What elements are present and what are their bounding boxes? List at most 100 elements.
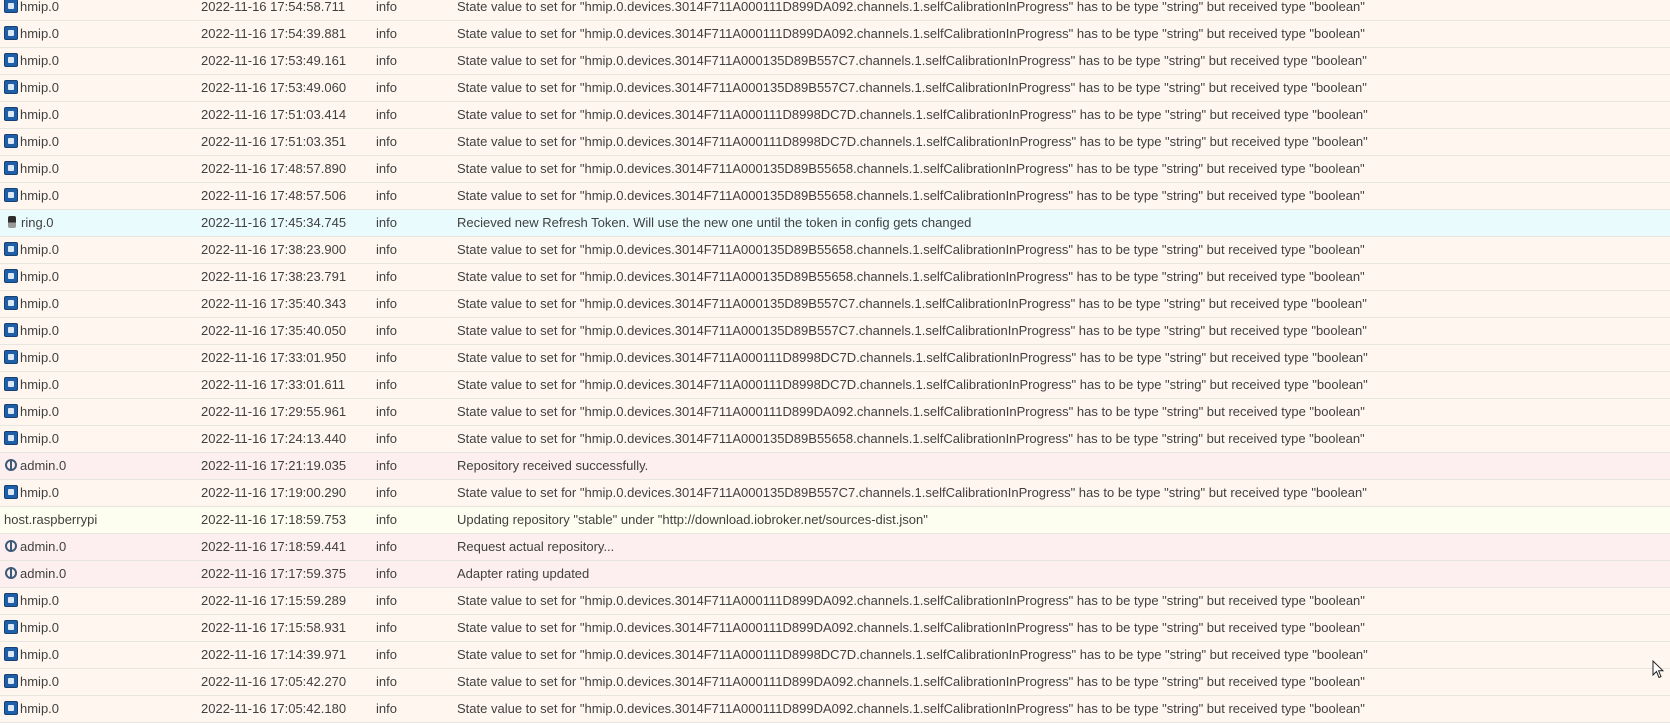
- log-source-label: hmip.0: [20, 26, 60, 41]
- log-message: State value to set for "hmip.0.devices.3…: [457, 0, 1365, 14]
- log-severity: info: [376, 80, 397, 95]
- log-source: hmip.0: [4, 588, 59, 614]
- log-source: hmip.0: [4, 48, 59, 74]
- log-message: Updating repository "stable" under "http…: [457, 512, 928, 527]
- log-message: State value to set for "hmip.0.devices.3…: [457, 188, 1365, 203]
- log-source: ring.0: [4, 210, 54, 236]
- log-source-label: hmip.0: [20, 350, 60, 365]
- log-row[interactable]: hmip.0 2022-11-16 17:05:42.180 info State v…: [0, 696, 1670, 723]
- hmip-adapter-icon: [4, 187, 18, 202]
- log-source: admin.0: [4, 453, 66, 479]
- log-row[interactable]: hmip.0 2022-11-16 17:51:03.351 info State v…: [0, 129, 1670, 156]
- log-severity: info: [376, 593, 397, 608]
- log-row[interactable]: hmip.0 2022-11-16 17:24:13.440 info State v…: [0, 426, 1670, 453]
- log-row[interactable]: hmip.0 2022-11-16 17:29:55.961 info State v…: [0, 399, 1670, 426]
- log-timestamp: 2022-11-16 17:48:57.890: [201, 161, 347, 176]
- log-source-label: hmip.0: [20, 296, 60, 311]
- log-row[interactable]: hmip.0 2022-11-16 17:33:01.611 info State v…: [0, 372, 1670, 399]
- log-severity: info: [376, 512, 397, 527]
- log-row[interactable]: hmip.0 2022-11-16 17:14:39.971 info State v…: [0, 642, 1670, 669]
- log-row[interactable]: hmip.0 2022-11-16 17:54:58.711 info State v…: [0, 0, 1670, 21]
- log-message: State value to set for "hmip.0.devices.3…: [457, 134, 1368, 149]
- log-row[interactable]: hmip.0 2022-11-16 17:15:58.931 info State v…: [0, 615, 1670, 642]
- log-source-label: hmip.0: [20, 134, 60, 149]
- log-source-label: admin.0: [20, 458, 67, 473]
- log-source-label: hmip.0: [20, 323, 60, 338]
- log-message: State value to set for "hmip.0.devices.3…: [457, 53, 1367, 68]
- log-source: hmip.0: [4, 291, 59, 317]
- log-timestamp: 2022-11-16 17:51:03.414: [201, 107, 347, 122]
- log-source-label: hmip.0: [20, 188, 60, 203]
- log-row[interactable]: admin.0 2022-11-16 17:21:19.035 info Reposi…: [0, 453, 1670, 480]
- log-source: host.raspberrypi: [4, 507, 97, 533]
- log-row[interactable]: hmip.0 2022-11-16 17:38:23.900 info State v…: [0, 237, 1670, 264]
- log-severity: info: [376, 161, 397, 176]
- log-table[interactable]: hmip.0 2022-11-16 17:54:58.711 info State v…: [0, 0, 1670, 723]
- hmip-adapter-icon: [4, 484, 18, 499]
- log-source-label: hmip.0: [20, 674, 60, 689]
- log-severity: info: [376, 242, 397, 257]
- log-severity: info: [376, 431, 397, 446]
- hmip-adapter-icon: [4, 592, 18, 607]
- log-row[interactable]: admin.0 2022-11-16 17:18:59.441 info Reques…: [0, 534, 1670, 561]
- log-row[interactable]: hmip.0 2022-11-16 17:35:40.050 info State v…: [0, 318, 1670, 345]
- log-source-label: ring.0: [21, 215, 54, 230]
- log-message: Recieved new Refresh Token. Will use the…: [457, 215, 972, 230]
- log-source-label: hmip.0: [20, 404, 60, 419]
- log-severity: info: [376, 350, 397, 365]
- log-row[interactable]: ring.0 2022-11-16 17:45:34.745 info Recieve…: [0, 210, 1670, 237]
- log-message: State value to set for "hmip.0.devices.3…: [457, 674, 1365, 689]
- log-message: State value to set for "hmip.0.devices.3…: [457, 701, 1365, 716]
- log-severity: info: [376, 134, 397, 149]
- log-severity: info: [376, 701, 397, 716]
- log-row[interactable]: hmip.0 2022-11-16 17:35:40.343 info State v…: [0, 291, 1670, 318]
- log-timestamp: 2022-11-16 17:45:34.745: [201, 215, 347, 230]
- log-source-label: host.raspberrypi: [4, 512, 98, 527]
- log-row[interactable]: hmip.0 2022-11-16 17:48:57.890 info State v…: [0, 156, 1670, 183]
- log-row[interactable]: admin.0 2022-11-16 17:17:59.375 info Adapte…: [0, 561, 1670, 588]
- admin-adapter-icon: [5, 458, 17, 471]
- log-message: State value to set for "hmip.0.devices.3…: [457, 242, 1365, 257]
- log-timestamp: 2022-11-16 17:24:13.440: [201, 431, 347, 446]
- log-severity: info: [376, 674, 397, 689]
- hmip-adapter-icon: [4, 322, 18, 337]
- log-message: State value to set for "hmip.0.devices.3…: [457, 485, 1367, 500]
- log-row[interactable]: hmip.0 2022-11-16 17:15:59.289 info State v…: [0, 588, 1670, 615]
- log-source-label: hmip.0: [20, 593, 60, 608]
- log-severity: info: [376, 539, 397, 554]
- log-source: admin.0: [4, 534, 66, 560]
- log-row[interactable]: hmip.0 2022-11-16 17:48:57.506 info State v…: [0, 183, 1670, 210]
- log-row[interactable]: hmip.0 2022-11-16 17:53:49.161 info State v…: [0, 48, 1670, 75]
- log-message: State value to set for "hmip.0.devices.3…: [457, 80, 1367, 95]
- log-source: hmip.0: [4, 183, 59, 209]
- hmip-adapter-icon: [4, 0, 18, 13]
- log-source-label: hmip.0: [20, 377, 60, 392]
- log-severity: info: [376, 458, 397, 473]
- log-timestamp: 2022-11-16 17:15:58.931: [201, 620, 347, 635]
- log-severity: info: [376, 620, 397, 635]
- hmip-adapter-icon: [4, 52, 18, 67]
- log-row[interactable]: hmip.0 2022-11-16 17:53:49.060 info State v…: [0, 75, 1670, 102]
- log-row[interactable]: hmip.0 2022-11-16 17:33:01.950 info State v…: [0, 345, 1670, 372]
- log-source: hmip.0: [4, 426, 59, 452]
- log-message: State value to set for "hmip.0.devices.3…: [457, 647, 1368, 662]
- log-row[interactable]: host.raspberrypi 2022-11-16 17:18:59.753 i…: [0, 507, 1670, 534]
- log-source: hmip.0: [4, 696, 59, 722]
- log-severity: info: [376, 296, 397, 311]
- log-source-label: hmip.0: [20, 485, 60, 500]
- log-message: Repository received successfully.: [457, 458, 649, 473]
- log-severity: info: [376, 404, 397, 419]
- log-timestamp: 2022-11-16 17:35:40.050: [201, 323, 347, 338]
- log-message: State value to set for "hmip.0.devices.3…: [457, 26, 1365, 41]
- log-message: Request actual repository...: [457, 539, 615, 554]
- log-source: admin.0: [4, 561, 66, 587]
- log-row[interactable]: hmip.0 2022-11-16 17:05:42.270 info State v…: [0, 669, 1670, 696]
- log-row[interactable]: hmip.0 2022-11-16 17:51:03.414 info State v…: [0, 102, 1670, 129]
- log-message: State value to set for "hmip.0.devices.3…: [457, 350, 1368, 365]
- log-source: hmip.0: [4, 480, 59, 506]
- log-row[interactable]: hmip.0 2022-11-16 17:38:23.791 info State v…: [0, 264, 1670, 291]
- log-row[interactable]: hmip.0 2022-11-16 17:54:39.881 info State v…: [0, 21, 1670, 48]
- log-timestamp: 2022-11-16 17:29:55.961: [201, 404, 347, 419]
- hmip-adapter-icon: [4, 79, 18, 94]
- log-row[interactable]: hmip.0 2022-11-16 17:19:00.290 info State v…: [0, 480, 1670, 507]
